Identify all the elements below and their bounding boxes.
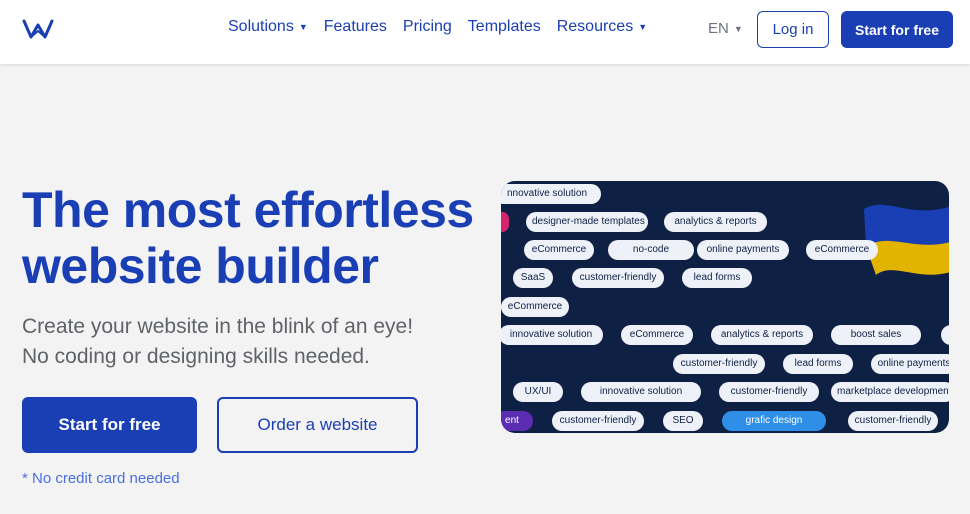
feature-tag-fragment	[941, 325, 949, 345]
nav-item-label: Solutions	[228, 18, 294, 35]
waving-flag-icon	[864, 204, 949, 275]
feature-tag: eCommerce	[806, 240, 878, 260]
feature-tag: lead forms	[682, 268, 752, 288]
caret-down-icon: ▼	[638, 22, 648, 32]
feature-tag: boost sales	[831, 325, 921, 345]
login-button[interactable]: Log in	[757, 11, 829, 48]
feature-tag: customer-friendly	[719, 382, 819, 402]
feature-tag: eCommerce	[621, 325, 693, 345]
nav-item-pricing[interactable]: Pricing	[403, 18, 452, 36]
feature-tag: innovative solution	[501, 325, 603, 345]
feature-tag: customer-friendly	[848, 411, 938, 431]
language-selector[interactable]: EN ▼	[708, 20, 743, 37]
feature-tag: customer-friendly	[552, 411, 644, 431]
feature-tag: analytics & reports	[711, 325, 813, 345]
hero-subtitle-line-1: Create your website in the blink of an e…	[22, 315, 414, 338]
caret-down-icon: ▼	[298, 22, 308, 32]
top-navbar: Solutions ▼ Features Pricing Templates R…	[0, 0, 970, 64]
hero-subtitle-line-2: No coding or designing skills needed.	[22, 345, 370, 368]
logo-icon[interactable]	[22, 17, 54, 41]
nav-item-label: Pricing	[402, 18, 452, 35]
feature-tags-card: nnovative solution designer-made templat…	[501, 181, 949, 433]
nav-item-resources[interactable]: Resources ▼	[557, 18, 647, 36]
order-website-button[interactable]: Order a website	[217, 397, 418, 453]
feature-tag: UX/UI	[513, 382, 563, 402]
feature-tag: eCommerce	[524, 240, 594, 260]
nav-menu: Solutions ▼ Features Pricing Templates R…	[228, 18, 663, 36]
feature-tag: customer-friendly	[572, 268, 664, 288]
hero-subtitle: Create your website in the blink of an e…	[22, 312, 482, 372]
caret-down-icon: ▼	[733, 23, 743, 34]
feature-tag: no-code	[608, 240, 694, 260]
nav-item-label: Features	[323, 18, 387, 35]
feature-tag: SaaS	[513, 268, 553, 288]
nav-item-label: Resources	[556, 18, 634, 35]
feature-tag: online payments	[871, 354, 949, 374]
feature-tag: ent	[501, 411, 533, 431]
hero-title: The most effortless website builder	[22, 182, 492, 294]
hero-title-line-2: website builder	[22, 238, 379, 294]
nav-item-label: Templates	[467, 18, 541, 35]
hero-title-line-1: The most effortless	[22, 182, 474, 238]
nav-item-templates[interactable]: Templates	[468, 18, 541, 36]
nav-item-features[interactable]: Features	[324, 18, 387, 36]
tag-fragment	[501, 212, 509, 232]
feature-tag: designer-made templates	[526, 212, 648, 232]
feature-tag: nnovative solution	[501, 184, 601, 204]
nav-start-free-button[interactable]: Start for free	[841, 11, 953, 48]
feature-tag: SEO	[663, 411, 703, 431]
feature-tag: online payments	[697, 240, 789, 260]
feature-tag: marketplace development	[831, 382, 949, 402]
feature-tag: customer-friendly	[673, 354, 765, 374]
no-credit-card-note: * No credit card needed	[22, 470, 180, 487]
hero-start-free-button[interactable]: Start for free	[22, 397, 197, 453]
feature-tag-highlighted: grafic design	[722, 411, 826, 431]
feature-tag: innovative solution	[581, 382, 701, 402]
feature-tag: analytics & reports	[664, 212, 767, 232]
nav-item-solutions[interactable]: Solutions ▼	[228, 18, 308, 36]
language-label: EN	[708, 20, 729, 37]
feature-tag: lead forms	[783, 354, 853, 374]
feature-tag: eCommerce	[501, 297, 569, 317]
